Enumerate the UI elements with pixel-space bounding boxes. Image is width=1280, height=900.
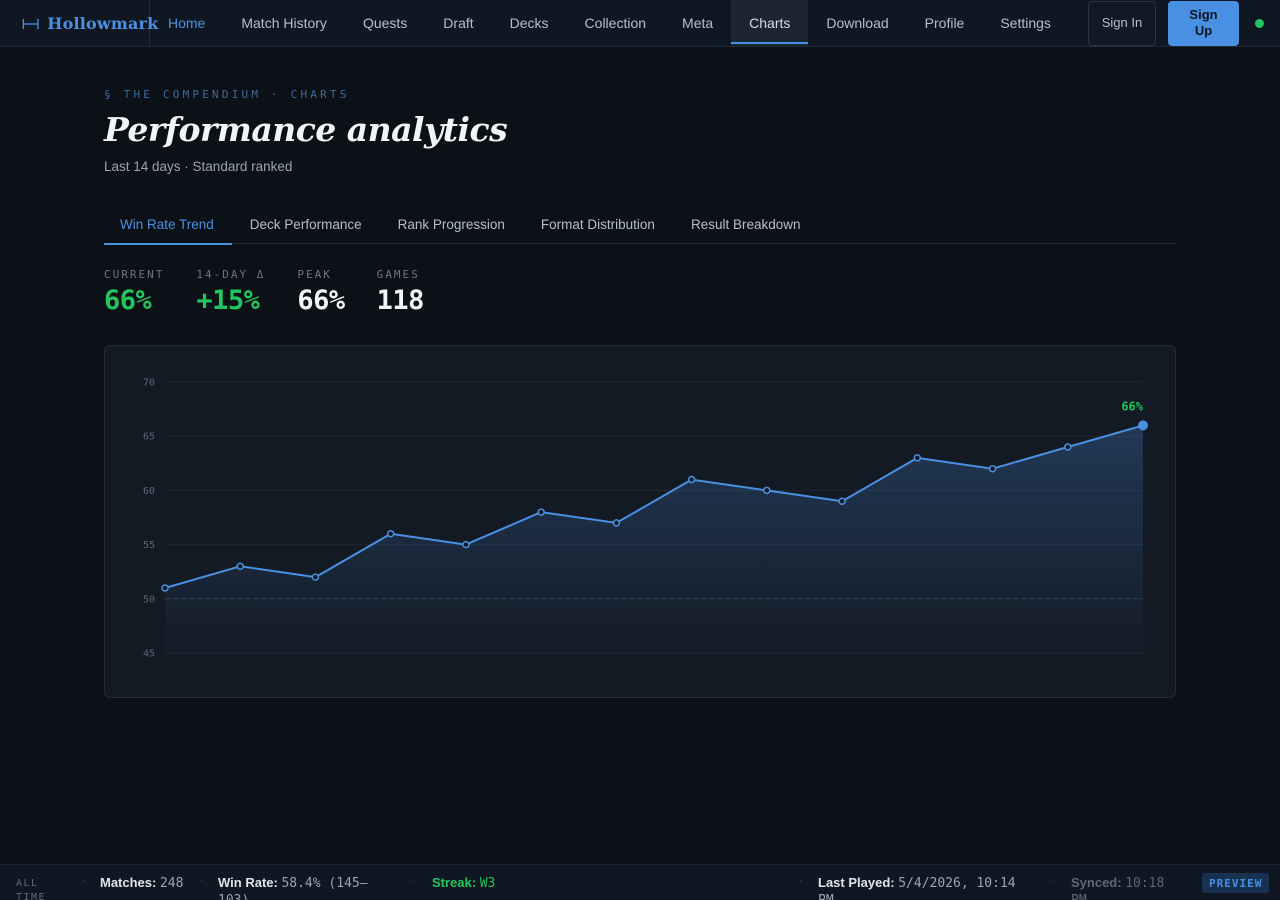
stat-value: +15% (196, 285, 260, 316)
data-point[interactable] (161, 584, 169, 592)
y-tick-label: 50 (143, 594, 155, 605)
data-point[interactable] (311, 573, 320, 581)
footer-streak-label: Streak: (432, 875, 477, 890)
footer-synced-label: Synced: (1071, 875, 1122, 890)
footer-win-rate-label: Win Rate: (218, 875, 278, 890)
footer-matches-value: 248 (159, 876, 184, 891)
nav-link-home[interactable]: Home (150, 0, 223, 46)
y-tick-label: 65 (143, 432, 155, 443)
nav-link-match-history[interactable]: Match History (223, 0, 345, 46)
latest-data-point[interactable] (1138, 420, 1148, 431)
y-tick-label: 60 (143, 486, 155, 497)
stat-peak: PEAK 66% (297, 268, 345, 316)
y-tick-label: 55 (143, 540, 155, 551)
footer-streak: Streak: W3 (432, 875, 512, 892)
footer-matches-label: Matches: (100, 875, 157, 890)
footer-separator: · (200, 875, 204, 886)
stat-delta: 14-DAY Δ +15% (196, 268, 265, 316)
nav-link-charts[interactable]: Charts (731, 0, 809, 46)
page-eyebrow: § THE COMPENDIUM · CHARTS (104, 88, 350, 101)
data-point[interactable] (537, 508, 545, 516)
stat-row: CURRENT 66% 14-DAY Δ +15% PEAK 66% GAMES… (104, 268, 456, 316)
connection-status-icon (1255, 18, 1264, 28)
brand-logo[interactable]: ⊢⊣ Hollowmark (0, 0, 158, 46)
nav-actions: Sign In Sign Up (1088, 0, 1280, 46)
footer-separator: · (1052, 875, 1056, 886)
page-title: Performance analytics (104, 110, 508, 149)
nav-link-profile[interactable]: Profile (907, 0, 983, 46)
data-point[interactable] (1064, 443, 1072, 451)
footer-synced: Synced: 10:18 PM (1071, 875, 1181, 900)
tab-win-rate-trend[interactable]: Win Rate Trend (104, 205, 232, 245)
footer-win-rate: Win Rate: 58.4% (145–103) (218, 875, 398, 900)
footer-last-played-label: Last Played: (818, 875, 895, 890)
sign-up-button[interactable]: Sign Up (1168, 0, 1239, 46)
stat-label: 14-DAY Δ (196, 268, 266, 281)
nav-link-settings[interactable]: Settings (982, 0, 1069, 46)
brand-mark-icon: ⊢⊣ (22, 13, 39, 33)
chart-tabs: Win Rate Trend Deck Performance Rank Pro… (104, 205, 1176, 245)
data-point[interactable] (838, 497, 846, 505)
tab-format-distribution[interactable]: Format Distribution (523, 205, 673, 244)
nav-link-quests[interactable]: Quests (345, 0, 425, 46)
data-point[interactable] (763, 486, 771, 495)
nav-link-download[interactable]: Download (808, 0, 906, 46)
footer-scope: ALL TIME (16, 878, 47, 900)
data-point[interactable] (236, 562, 244, 571)
stat-current: CURRENT 66% (104, 268, 164, 316)
tab-rank-progression[interactable]: Rank Progression (380, 205, 523, 244)
tab-result-breakdown[interactable]: Result Breakdown (673, 205, 819, 244)
stat-value: 118 (376, 285, 425, 316)
stat-label: GAMES (376, 268, 420, 281)
tab-deck-performance[interactable]: Deck Performance (232, 205, 380, 244)
data-point[interactable] (687, 475, 696, 484)
preview-badge: PREVIEW (1202, 873, 1270, 893)
nav-link-decks[interactable]: Decks (492, 0, 567, 46)
nav-links: Home Match History Quests Draft Decks Co… (150, 0, 1069, 46)
data-point[interactable] (462, 540, 470, 549)
nav-link-draft[interactable]: Draft (425, 0, 491, 46)
data-point[interactable] (612, 519, 621, 527)
footer-matches: Matches: 248 (100, 875, 200, 892)
footer-streak-value: W3 (479, 876, 496, 891)
data-point[interactable] (988, 464, 997, 473)
sign-in-button[interactable]: Sign In (1088, 0, 1156, 46)
footer-separator: · (799, 875, 803, 886)
footer-last-played: Last Played: 5/4/2026, 10:14 PM (818, 875, 1038, 900)
nav-link-collection[interactable]: Collection (567, 0, 664, 46)
status-footer: ALL TIME · Matches: 248 · Win Rate: 58.4… (0, 864, 1280, 900)
stat-value: 66% (104, 285, 152, 316)
win-rate-chart-card: 70 65 60 55 50 45 66% (104, 345, 1176, 698)
stat-label: PEAK (297, 268, 332, 281)
win-rate-chart: 70 65 60 55 50 45 66% (143, 378, 1148, 660)
y-tick-label: 45 (143, 649, 155, 660)
page-subtitle: Last 14 days · Standard ranked (104, 159, 293, 174)
data-point[interactable] (386, 530, 395, 538)
top-nav: ⊢⊣ Hollowmark Home Match History Quests … (0, 0, 1280, 47)
y-tick-label: 70 (143, 378, 155, 389)
stat-value: 66% (297, 285, 345, 316)
data-point[interactable] (913, 454, 922, 462)
brand-name: Hollowmark (47, 13, 159, 33)
win-rate-area (165, 425, 1143, 653)
stat-label: CURRENT (104, 268, 165, 281)
footer-separator: · (412, 875, 416, 886)
latest-value-label: 66% (1121, 399, 1143, 413)
stat-games: GAMES 118 (376, 268, 425, 316)
footer-separator: · (82, 875, 86, 886)
nav-link-meta[interactable]: Meta (664, 0, 731, 46)
